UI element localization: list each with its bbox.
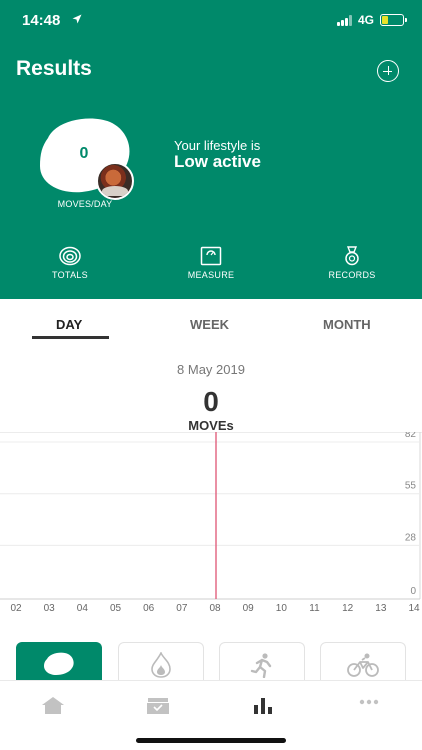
x-tick-label: 05 bbox=[110, 603, 122, 614]
x-tick-label: 11 bbox=[309, 603, 320, 614]
signal-icon bbox=[336, 14, 352, 26]
nav-measure-label: MEASURE bbox=[187, 270, 235, 280]
x-tick-label: 08 bbox=[209, 603, 221, 614]
nav-home[interactable] bbox=[33, 693, 73, 717]
nav-records[interactable]: RECORDS bbox=[307, 246, 397, 280]
status-indicators: 4G bbox=[336, 13, 407, 27]
tab-week[interactable]: WEEK bbox=[190, 317, 229, 332]
x-tick-label: 04 bbox=[77, 603, 89, 614]
moves-per-day-value: 0 bbox=[79, 145, 89, 162]
period-tabs: DAY WEEK MONTH bbox=[0, 299, 422, 341]
x-tick-label: 03 bbox=[44, 603, 56, 614]
moves-chart[interactable]: 82 55 28 0 02 03 04 05 06 07 08 09 10 11 12 13 14 bbox=[0, 432, 422, 617]
nav-totals[interactable]: TOTALS bbox=[25, 246, 115, 280]
selected-value: 0 bbox=[203, 386, 219, 417]
activity-moves[interactable] bbox=[16, 642, 102, 682]
x-tick-label: 07 bbox=[176, 603, 188, 614]
moves-blob-icon bbox=[44, 652, 74, 675]
x-tick-label: 12 bbox=[342, 603, 354, 614]
y-tick-label: 55 bbox=[405, 481, 417, 492]
bike-icon bbox=[347, 653, 379, 677]
runner-icon bbox=[250, 653, 272, 678]
tab-month[interactable]: MONTH bbox=[323, 317, 371, 332]
battery-icon bbox=[380, 14, 407, 26]
activity-cycling[interactable] bbox=[320, 642, 406, 682]
more-icon bbox=[359, 699, 379, 705]
selected-unit: MOVEs bbox=[188, 418, 234, 433]
home-indicator[interactable] bbox=[136, 738, 286, 743]
selected-date: 8 May 2019 bbox=[177, 362, 245, 377]
flame-icon bbox=[151, 652, 171, 678]
inbox-icon bbox=[147, 698, 169, 714]
moves-per-day-label: MOVES/DAY bbox=[57, 199, 113, 209]
plus-circle-icon[interactable] bbox=[377, 60, 399, 82]
activity-running[interactable] bbox=[219, 642, 305, 682]
medal-icon bbox=[345, 246, 359, 266]
x-tick-label: 09 bbox=[243, 603, 255, 614]
status-time: 14:48 bbox=[22, 12, 61, 29]
nav-totals-label: TOTALS bbox=[52, 270, 88, 280]
tab-day[interactable]: DAY bbox=[56, 317, 82, 332]
results-header: 14:48 4G Results 0 MOVES/DAY Your lifest… bbox=[0, 0, 422, 299]
page-title: Results bbox=[16, 57, 92, 80]
nav-results[interactable] bbox=[243, 693, 283, 717]
y-tick-label: 82 bbox=[405, 432, 417, 440]
network-type: 4G bbox=[357, 13, 374, 27]
x-tick-label: 02 bbox=[10, 603, 22, 614]
x-tick-label: 10 bbox=[276, 603, 288, 614]
x-tick-label: 14 bbox=[408, 603, 420, 614]
nav-more[interactable] bbox=[349, 693, 389, 717]
lifestyle-value: Low active bbox=[174, 152, 261, 171]
nav-inbox[interactable] bbox=[138, 693, 178, 717]
avatar[interactable] bbox=[96, 162, 134, 200]
nav-measure[interactable]: MEASURE bbox=[166, 246, 256, 280]
x-tick-label: 13 bbox=[375, 603, 387, 614]
activity-calories[interactable] bbox=[118, 642, 204, 682]
nav-records-label: RECORDS bbox=[328, 270, 376, 280]
y-tick-label: 0 bbox=[410, 586, 416, 597]
bar-chart-icon bbox=[254, 698, 272, 714]
x-tick-label: 06 bbox=[143, 603, 155, 614]
status-bar: 14:48 4G bbox=[0, 0, 422, 40]
home-icon bbox=[42, 697, 64, 714]
rings-icon bbox=[59, 246, 81, 266]
location-arrow-icon bbox=[72, 14, 82, 24]
lifestyle-label: Your lifestyle is bbox=[174, 138, 261, 153]
active-tab-indicator bbox=[32, 336, 109, 339]
scale-icon bbox=[200, 246, 222, 266]
y-tick-label: 28 bbox=[405, 532, 417, 543]
